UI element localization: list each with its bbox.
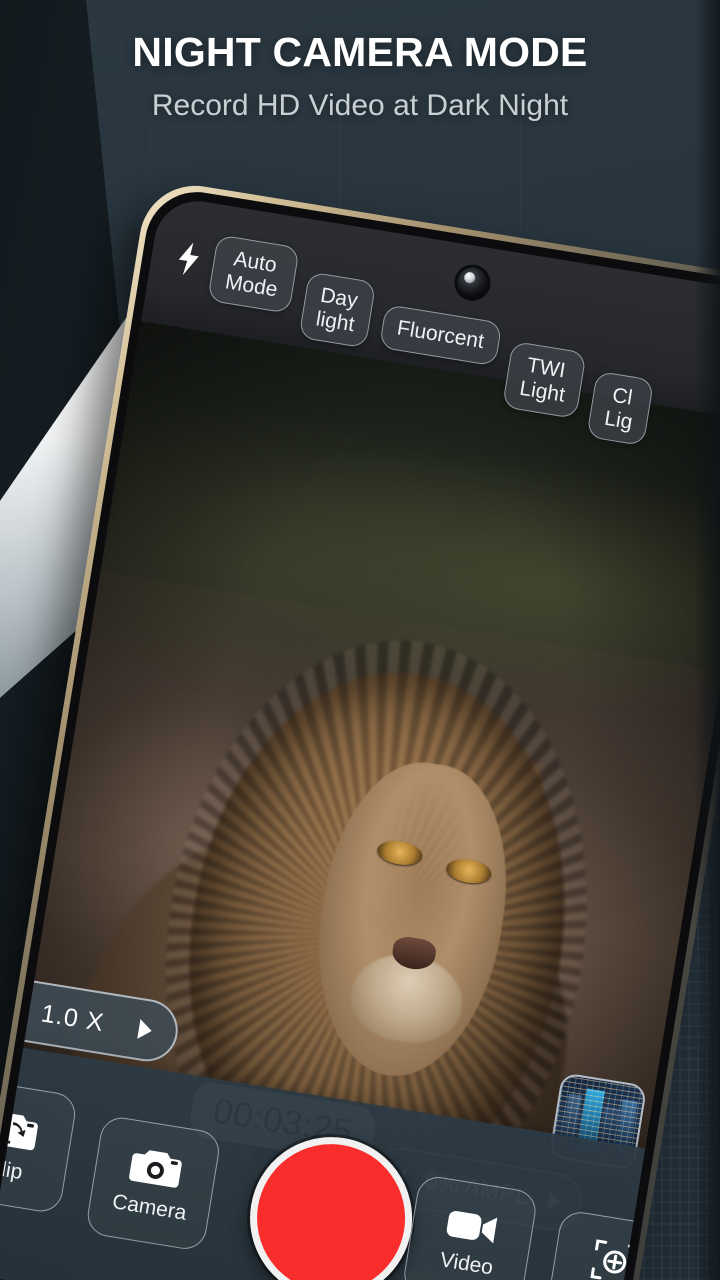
camera-flip-icon [0,1105,41,1155]
header: NIGHT CAMERA MODE Record HD Video at Dar… [0,29,720,123]
auto-focus-icon [587,1235,642,1280]
arrow-right-icon[interactable] [130,1015,160,1045]
page-title: NIGHT CAMERA MODE [132,29,588,75]
video-button[interactable]: Video [401,1173,539,1280]
mode-chip-auto-mode[interactable]: Auto Mode [207,234,300,314]
page-subtitle: Record HD Video at Dark Night [151,89,569,123]
camera-button-label: Camera [110,1190,189,1225]
promo-screenshot: NIGHT CAMERA MODE Record HD Video at Dar… [0,0,720,1280]
camera-button[interactable]: Camera [84,1114,223,1253]
mode-chip-day-light[interactable]: Day light [297,271,377,349]
camera-icon [127,1143,185,1193]
flip-button[interactable]: Flip [0,1076,79,1215]
mode-chip-cloudy-light[interactable]: Cl Lig [586,370,655,447]
flip-button-label: Flip [0,1155,25,1185]
record-button[interactable] [238,1125,424,1280]
mode-chip-fluorcent[interactable]: Fluorcent [379,304,503,366]
video-camera-icon [443,1205,502,1249]
video-button-label: Video [438,1248,495,1280]
mode-chip-twi-light[interactable]: TWI Light [501,340,587,420]
flash-bolt-icon[interactable] [173,240,204,278]
zoom-value: 1.0 X [39,998,107,1037]
